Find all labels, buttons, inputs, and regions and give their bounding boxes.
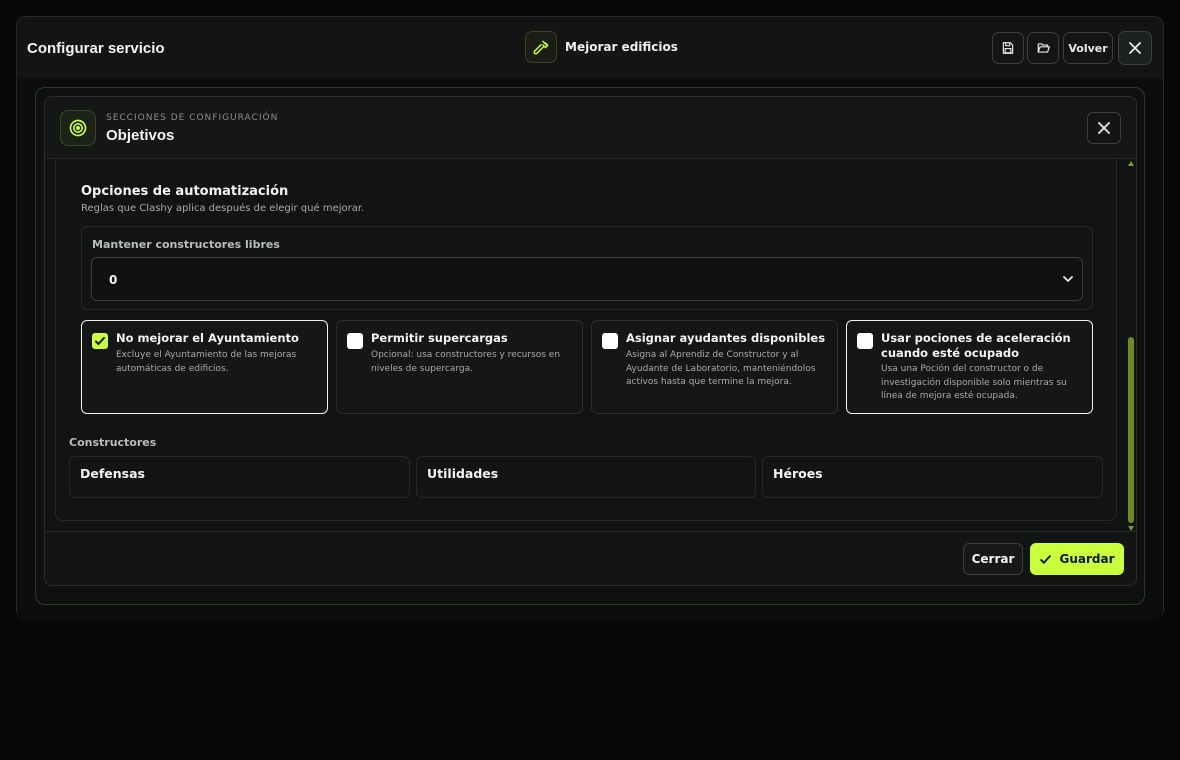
scroll-up-arrow[interactable] [1128,161,1134,166]
floppy-disk-icon [1002,42,1014,54]
option-description: Asigna al Aprendiz de Constructor y al A… [626,350,816,387]
folder-open-icon [1037,43,1050,53]
keep-builders-field: Mantener constructores libres 0 [81,226,1093,310]
option-use-speed-potions[interactable]: Usar pociones de aceleración cuando esté… [846,320,1093,414]
option-title: No mejorar el Ayuntamiento [116,331,299,345]
modal-scroll-area[interactable]: Opciones de automatización Reglas que Cl… [45,159,1136,531]
builder-card-label: Defensas [80,466,145,481]
window-header: Configurar servicio Mejorar edificios Vo… [17,17,1163,79]
hammer-icon [525,31,557,63]
close-modal-button[interactable] [1087,112,1121,144]
option-description: Usa una Poción del constructor o de inve… [881,364,1067,401]
option-title: Asignar ayudantes disponibles [626,331,826,345]
back-button[interactable]: Volver [1063,32,1113,64]
close-button[interactable]: Cerrar [963,543,1023,575]
close-icon [1129,42,1141,54]
section-title: Objetivos [106,127,175,144]
builder-card-defenses[interactable]: Defensas [69,456,410,498]
close-window-button[interactable] [1118,31,1152,65]
section-kicker: SECCIONES DE CONFIGURACIÓN [106,113,279,123]
open-folder-button[interactable] [1027,32,1059,64]
objectives-card: Opciones de automatización Reglas que Cl… [55,159,1117,521]
option-assign-helpers[interactable]: Asignar ayudantes disponibles Asigna al … [591,320,838,414]
builder-card-label: Utilidades [427,466,499,481]
check-icon [95,337,105,345]
keep-builders-label: Mantener constructores libres [92,238,280,251]
window-body: SECCIONES DE CONFIGURACIÓN Objetivos Opc… [17,79,1163,621]
chevron-down-icon [1063,276,1073,282]
scrollbar[interactable] [1127,161,1135,531]
automation-title: Opciones de automatización [81,184,289,199]
option-description: Opcional: usa constructores y recursos e… [371,350,561,374]
target-icon [60,110,96,146]
window-title: Configurar servicio [27,40,165,57]
builders-label: Constructores [69,436,157,449]
builder-card-utilities[interactable]: Utilidades [416,456,756,498]
option-title: Usar pociones de aceleración cuando esté… [881,331,1071,360]
scrollbar-thumb[interactable] [1128,337,1134,523]
modal-header: SECCIONES DE CONFIGURACIÓN Objetivos [45,97,1136,159]
service-indicator: Mejorar edificios [525,31,678,63]
checkbox[interactable] [602,333,618,349]
checkbox-checked[interactable] [92,333,108,349]
option-title: Permitir supercargas [371,331,508,345]
service-name: Mejorar edificios [565,40,678,54]
configure-service-window: Configurar servicio Mejorar edificios Vo… [16,16,1164,621]
option-description: Excluye el Ayuntamiento de las mejoras a… [116,350,297,374]
modal-footer: Cerrar Guardar [45,531,1136,585]
check-icon [1040,554,1052,564]
configuration-modal: SECCIONES DE CONFIGURACIÓN Objetivos Opc… [44,96,1137,586]
option-no-upgrade-town-hall[interactable]: No mejorar el Ayuntamiento Excluye el Ay… [81,320,328,414]
save-label: Guardar [1059,552,1115,566]
checkbox[interactable] [347,333,363,349]
builder-card-label: Héroes [773,466,823,481]
checkbox[interactable] [857,333,873,349]
close-icon [1098,122,1110,134]
modal-frame: SECCIONES DE CONFIGURACIÓN Objetivos Opc… [35,87,1145,605]
option-allow-supercharges[interactable]: Permitir supercargas Opcional: usa const… [336,320,583,414]
automation-description: Reglas que Clashy aplica después de eleg… [81,203,365,214]
save-file-button[interactable] [992,32,1024,64]
keep-builders-value: 0 [109,273,118,287]
save-button[interactable]: Guardar [1030,543,1124,575]
keep-builders-select[interactable]: 0 [91,257,1083,301]
builder-card-heroes[interactable]: Héroes [762,456,1103,498]
